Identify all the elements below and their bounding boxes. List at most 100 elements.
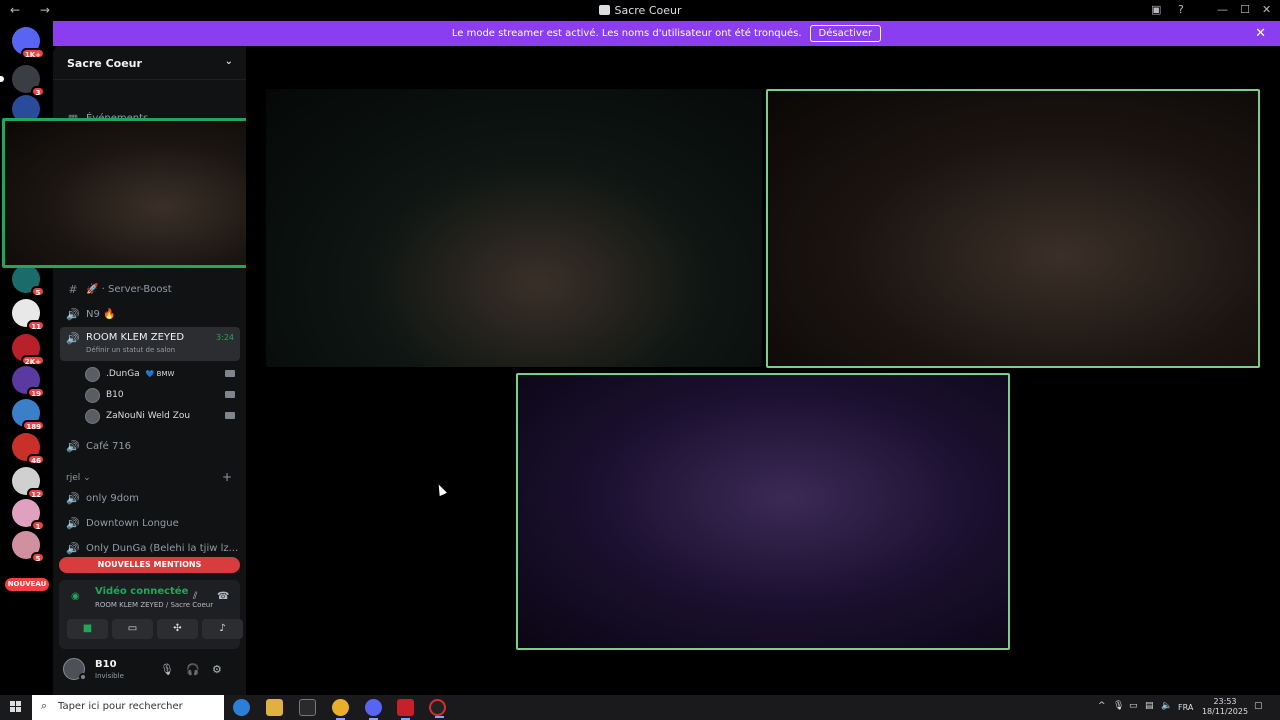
channel-cafe[interactable]: 🔊 Café 716	[60, 435, 240, 457]
notifications-icon[interactable]: ▢	[1254, 701, 1263, 711]
streamer-mode-banner: Le mode streamer est activé. Les noms d'…	[53, 21, 1280, 46]
voice-connection-panel: ◉ Vidéo connectée ROOM KLEM ZEYED / Sacr…	[59, 580, 243, 649]
disconnect-icon[interactable]: ☎	[217, 591, 229, 602]
camera-icon	[225, 391, 235, 398]
active-channel-text: ROOM KLEM ZEYED Définir un statut de sal…	[86, 332, 184, 354]
noise-suppression-icon[interactable]: ⫽	[193, 591, 197, 602]
server-header[interactable]: Sacre Coeur ⌄	[53, 46, 246, 80]
banner-text: Le mode streamer est activé. Les noms d'…	[451, 28, 802, 39]
self-video-preview[interactable]	[2, 118, 270, 268]
server-name: Sacre Coeur	[67, 57, 142, 70]
voice-user[interactable]: B10	[85, 386, 235, 404]
taskbar: ⌕ Taper ici pour rechercher ^ 🎙 ▭ ▤ 🔈 FR…	[0, 695, 1280, 720]
channel-server-boost[interactable]: # 🚀 · Server-Boost	[60, 278, 240, 300]
discord-icon[interactable]	[365, 699, 382, 720]
video-tile[interactable]	[266, 89, 762, 367]
chrome-icon[interactable]	[332, 699, 349, 720]
volume-icon[interactable]: 🔈	[1161, 701, 1172, 711]
voice-user[interactable]: ZaNouNi Weld Zou	[85, 407, 235, 425]
add-channel-icon[interactable]: +	[222, 470, 232, 484]
voice-location[interactable]: ROOM KLEM ZEYED / Sacre Coeur	[95, 601, 213, 609]
channel-n9[interactable]: 🔊 N9 🔥	[60, 303, 240, 325]
voice-channel-icon: 🔊	[66, 307, 80, 321]
channel-item[interactable]: 🔊 Only DunGa (Belehi la tjiw lz...	[60, 537, 240, 559]
network-icon[interactable]: ▤	[1145, 701, 1154, 711]
video-tile[interactable]	[766, 89, 1260, 368]
camera-icon	[225, 370, 235, 377]
window-title: Sacre Coeur	[0, 4, 1280, 17]
date: 18/11/2025	[1201, 707, 1249, 716]
new-mentions-button[interactable]: NOUVELLES MENTIONS	[59, 557, 240, 573]
meet-now-icon[interactable]: ▭	[1129, 701, 1138, 711]
time: 23:53	[1213, 697, 1237, 706]
notification-badge: 1K+	[20, 48, 45, 59]
call-timer: 3:24	[216, 333, 234, 342]
voice-channel-icon: 🔊	[66, 516, 80, 530]
avatar	[85, 366, 100, 382]
channel-item[interactable]: 🔊 Downtown Longue	[60, 512, 240, 534]
notification-badge: 5	[31, 286, 45, 297]
gear-icon[interactable]: ⚙	[212, 663, 222, 676]
close-window-button[interactable]: ✕	[1262, 3, 1271, 16]
notification-badge: 189	[22, 420, 45, 431]
user-tag: 💙 BMW	[145, 370, 175, 378]
server-icon[interactable]: 189	[12, 399, 45, 431]
chevron-down-icon: ⌄	[224, 56, 233, 67]
camera-button[interactable]: ■	[67, 619, 108, 639]
active-voice-channel[interactable]: 🔊 ROOM KLEM ZEYED Définir un statut de s…	[60, 327, 240, 361]
server-icon[interactable]: 5	[12, 531, 45, 563]
home-icon[interactable]: 1K+	[12, 27, 45, 59]
server-icon[interactable]: 1	[12, 499, 45, 531]
video-tile[interactable]	[516, 373, 1010, 650]
status-indicator	[79, 673, 87, 681]
server-icon[interactable]: 46	[12, 433, 45, 465]
notification-badge: 3	[31, 86, 45, 97]
obs-icon[interactable]	[429, 699, 446, 718]
new-unreads-pill[interactable]: NOUVEAU	[5, 578, 49, 591]
windows-start-icon[interactable]	[10, 701, 22, 713]
maximize-button[interactable]: ☐	[1240, 3, 1250, 16]
server-icon[interactable]: 5	[12, 265, 45, 297]
language-indicator[interactable]: FRA	[1178, 703, 1193, 712]
screen-share-button[interactable]: ▭	[112, 619, 153, 639]
voice-channel-icon: 🔊	[66, 541, 80, 555]
microphone-icon[interactable]: 🎙	[160, 663, 174, 676]
voice-channel-icon: 🔊	[66, 491, 80, 505]
channel-status-hint[interactable]: Définir un statut de salon	[86, 346, 184, 354]
headphones-icon[interactable]: 🎧	[186, 663, 200, 676]
server-icon[interactable]: 2K+	[12, 334, 45, 366]
server-icon[interactable]: 11	[12, 299, 45, 331]
channel-item[interactable]: 🔊 only 9dom	[60, 487, 240, 509]
voicemeeter-icon[interactable]	[397, 699, 414, 720]
inbox-icon[interactable]: ▣	[1151, 3, 1161, 16]
chevron-up-icon[interactable]: ^	[1098, 701, 1106, 711]
help-icon[interactable]: ?	[1178, 3, 1184, 16]
microphone-icon[interactable]: 🎙	[1113, 701, 1124, 711]
server-icon[interactable]: 19	[12, 366, 45, 398]
server-icon[interactable]: 3	[0, 65, 45, 97]
disable-streamer-button[interactable]: Désactiver	[809, 25, 882, 42]
server-icon[interactable]: 12	[12, 467, 45, 499]
signal-icon[interactable]: ◉	[71, 591, 83, 603]
soundboard-button[interactable]: ♪	[202, 619, 243, 639]
notification-badge: 11	[27, 320, 45, 331]
activities-button[interactable]: ✣	[157, 619, 198, 639]
voice-status: Vidéo connectée	[95, 586, 189, 597]
title-bar: ← → Sacre Coeur ▣ ? — ☐ ✕	[0, 0, 1280, 21]
video-grid	[246, 46, 1280, 695]
voice-user[interactable]: .DunGa 💙 BMW	[85, 365, 235, 383]
category-header[interactable]: rjel ⌄	[66, 473, 91, 483]
voice-channel-icon: 🔊	[66, 439, 80, 453]
search-icon: ⌕	[41, 699, 48, 712]
close-banner-icon[interactable]: ✕	[1255, 26, 1266, 41]
minimize-button[interactable]: —	[1217, 3, 1228, 16]
taskbar-search[interactable]: ⌕ Taper ici pour rechercher	[32, 695, 224, 720]
edge-icon[interactable]	[233, 699, 250, 716]
active-channel-name: ROOM KLEM ZEYED	[86, 332, 185, 343]
user-status: Invisible	[95, 672, 124, 680]
store-icon[interactable]	[299, 699, 316, 716]
file-explorer-icon[interactable]	[266, 699, 283, 716]
discord-logo-icon	[598, 5, 610, 15]
clock[interactable]: 23:53 18/11/2025	[1200, 697, 1250, 717]
username[interactable]: B10	[95, 659, 117, 670]
